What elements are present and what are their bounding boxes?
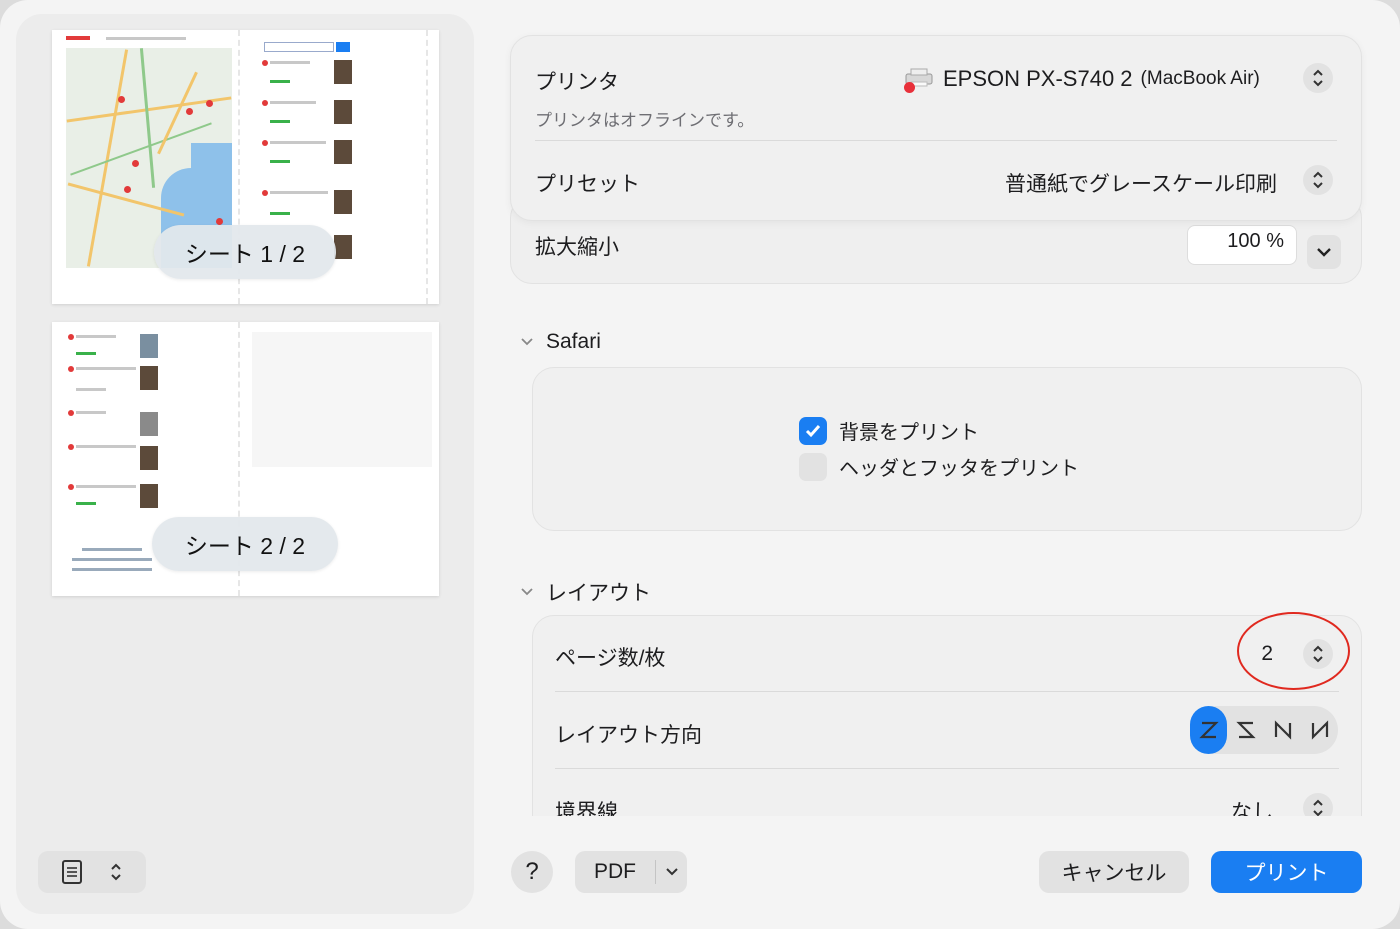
- preset-label: プリセット: [535, 173, 640, 196]
- n-order-icon: [1274, 720, 1291, 740]
- preset-stepper[interactable]: [1303, 165, 1333, 195]
- printer-select[interactable]: EPSON PX-S740 2 (MacBook Air): [903, 66, 1260, 93]
- offline-dot-icon: [904, 82, 915, 93]
- scale-label: 拡大縮小: [535, 236, 619, 259]
- preview-view-toggle[interactable]: [38, 851, 146, 893]
- divider: [535, 140, 1337, 141]
- help-button[interactable]: ?: [511, 851, 553, 893]
- scale-dropdown[interactable]: [1307, 235, 1341, 269]
- pdf-label: PDF: [594, 860, 636, 883]
- document-icon: [62, 860, 82, 884]
- updown-chevron-icon: [1313, 171, 1323, 189]
- preview-pane: シート 1 / 2 シート 2 / 2: [16, 14, 474, 914]
- printer-label: プリンタ: [535, 71, 619, 94]
- updown-chevron-icon: [111, 863, 121, 881]
- pdf-menu-button[interactable]: [656, 867, 687, 877]
- printer-name-suffix: (MacBook Air): [1140, 68, 1260, 89]
- printer-status: プリンタはオフラインです。: [535, 111, 755, 130]
- printer-name: EPSON PX-S740 2: [943, 66, 1133, 91]
- chevron-down-icon: [1317, 248, 1331, 257]
- divider: [555, 691, 1339, 692]
- direction-reverse-z-button[interactable]: [1227, 706, 1264, 754]
- direction-reverse-n-button[interactable]: [1301, 706, 1338, 754]
- pages-per-sheet-stepper[interactable]: [1303, 639, 1333, 669]
- sheet-1-label: シート 1 / 2: [154, 225, 336, 279]
- printer-card: プリンタ プリンタはオフラインです。 EPSON PX-S740 2 (MacB…: [510, 35, 1362, 221]
- border-stepper[interactable]: [1303, 793, 1333, 816]
- direction-z-button[interactable]: [1190, 706, 1227, 754]
- print-button[interactable]: プリント: [1211, 851, 1362, 893]
- chevron-down-icon: [665, 868, 678, 876]
- updown-chevron-icon: [1313, 799, 1323, 816]
- layout-direction-segmented: [1190, 706, 1338, 754]
- border-label: 境界線: [555, 801, 618, 816]
- pages-per-sheet-value[interactable]: 2: [1261, 642, 1273, 666]
- cancel-button[interactable]: キャンセル: [1039, 851, 1189, 893]
- print-dialog: シート 1 / 2 シート 2 / 2 拡大縮小 100 % プリンタ プリンタ…: [0, 0, 1400, 929]
- border-value[interactable]: なし: [1231, 796, 1273, 816]
- printer-stepper[interactable]: [1303, 63, 1333, 93]
- printer-icon: [903, 66, 935, 93]
- preset-value[interactable]: 普通紙でグレースケール印刷: [1005, 168, 1277, 198]
- divider: [555, 768, 1339, 769]
- updown-chevron-icon: [1313, 69, 1323, 87]
- updown-chevron-icon: [1313, 645, 1323, 663]
- layout-direction-label: レイアウト方向: [555, 724, 702, 747]
- direction-n-button[interactable]: [1264, 706, 1301, 754]
- sheet-2-label: シート 2 / 2: [152, 517, 338, 571]
- scale-input[interactable]: 100 %: [1187, 225, 1297, 265]
- pages-per-sheet-label: ページ数/枚: [555, 647, 666, 670]
- reverse-z-order-icon: [1235, 721, 1256, 739]
- pdf-button[interactable]: PDF: [575, 851, 687, 893]
- z-order-icon: [1198, 721, 1219, 739]
- reverse-n-order-icon: [1311, 720, 1328, 740]
